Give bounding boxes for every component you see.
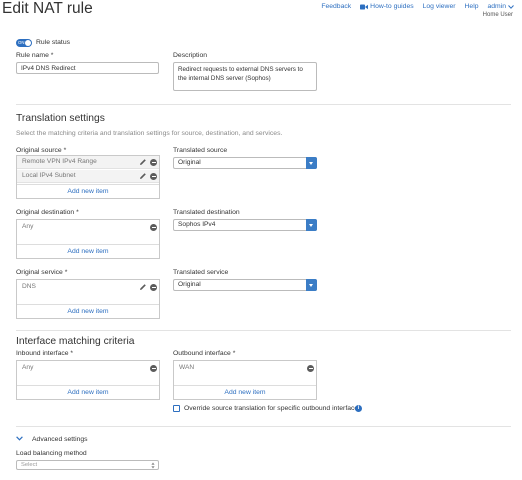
sort-arrows-icon xyxy=(151,462,155,469)
admin-label: admin xyxy=(487,3,506,10)
remove-icon[interactable] xyxy=(307,365,314,372)
original-source-list: Remote VPN IPv4 Range Local IPv4 Subnet … xyxy=(16,155,160,199)
remove-icon[interactable] xyxy=(150,159,157,166)
override-source-translation-label: Override source translation for specific… xyxy=(184,405,362,412)
translated-service-select[interactable]: Original xyxy=(173,279,317,291)
load-balancing-label: Load balancing method xyxy=(16,450,87,457)
divider xyxy=(16,330,511,331)
description-textarea[interactable]: Redirect requests to external DNS server… xyxy=(173,62,317,91)
video-camera-icon xyxy=(360,4,369,9)
user-role: Home User xyxy=(482,12,513,18)
feedback-link[interactable]: Feedback xyxy=(321,3,351,10)
pencil-icon[interactable] xyxy=(139,283,147,291)
rule-name-value: IPv4 DNS Redirect xyxy=(21,65,76,72)
chevron-down-icon xyxy=(306,157,317,169)
add-new-item-button[interactable]: Add new item xyxy=(174,385,316,399)
add-new-item-button[interactable]: Add new item xyxy=(17,184,159,198)
list-item-label: Any xyxy=(22,364,34,371)
list-item[interactable]: Local IPv4 Subnet xyxy=(17,170,159,183)
pencil-icon[interactable] xyxy=(139,158,147,166)
rule-name-label: Rule name * xyxy=(16,52,54,59)
load-balancing-placeholder: Select xyxy=(21,462,38,468)
remove-icon[interactable] xyxy=(150,173,157,180)
list-item-label: DNS xyxy=(22,283,36,290)
list-item-label: Local IPv4 Subnet xyxy=(22,172,76,179)
rule-status-toggle[interactable]: ON xyxy=(16,39,32,47)
list-item[interactable]: Any xyxy=(17,362,159,375)
translated-source-select[interactable]: Original xyxy=(173,157,317,169)
translated-destination-value: Sophos IPv4 xyxy=(178,221,216,228)
advanced-settings-toggle[interactable]: Advanced settings xyxy=(32,436,88,443)
description-value: Redirect requests to external DNS server… xyxy=(178,66,303,82)
interface-matching-title: Interface matching criteria xyxy=(16,336,135,347)
translated-destination-label: Translated destination xyxy=(173,209,240,216)
remove-icon[interactable] xyxy=(150,224,157,231)
remove-icon[interactable] xyxy=(150,365,157,372)
list-item-label: Any xyxy=(22,223,34,230)
list-item-label: WAN xyxy=(179,364,195,371)
translated-source-value: Original xyxy=(178,159,201,166)
list-item[interactable]: DNS xyxy=(17,281,159,294)
chevron-down-icon xyxy=(508,4,514,9)
rule-status-label: Rule status xyxy=(36,39,71,46)
chevron-down-icon[interactable] xyxy=(16,436,23,441)
rule-name-input[interactable]: IPv4 DNS Redirect xyxy=(16,62,159,74)
add-new-item-button[interactable]: Add new item xyxy=(17,385,159,399)
inbound-interface-label: Inbound interface * xyxy=(16,350,74,357)
pencil-icon[interactable] xyxy=(139,172,147,180)
translated-destination-select[interactable]: Sophos IPv4 xyxy=(173,219,317,231)
admin-menu[interactable]: admin xyxy=(487,3,514,10)
outbound-interface-list: WAN Add new item xyxy=(173,360,317,400)
log-viewer-link[interactable]: Log viewer xyxy=(423,3,456,10)
translated-service-label: Translated service xyxy=(173,269,229,276)
inbound-interface-list: Any Add new item xyxy=(16,360,160,400)
description-label: Description xyxy=(173,52,207,59)
add-new-item-button[interactable]: Add new item xyxy=(17,304,159,318)
original-source-label: Original source * xyxy=(16,147,67,154)
outbound-interface-label: Outbound interface * xyxy=(173,350,236,357)
translated-source-label: Translated source xyxy=(173,147,228,154)
remove-icon[interactable] xyxy=(150,284,157,291)
howto-guides-label: How-to guides xyxy=(370,3,414,10)
translation-settings-description: Select the matching criteria and transla… xyxy=(16,130,283,137)
add-new-item-button[interactable]: Add new item xyxy=(17,244,159,258)
toggle-on-text: ON xyxy=(18,40,25,45)
list-item[interactable]: WAN xyxy=(174,362,316,375)
chevron-down-icon xyxy=(306,279,317,291)
chevron-down-icon xyxy=(306,219,317,231)
divider xyxy=(16,426,511,427)
translation-settings-title: Translation settings xyxy=(16,113,105,124)
list-item-label: Remote VPN IPv4 Range xyxy=(22,158,97,165)
translated-service-value: Original xyxy=(178,281,201,288)
help-link[interactable]: Help xyxy=(465,3,479,10)
original-destination-label: Original destination * xyxy=(16,209,79,216)
list-item[interactable]: Remote VPN IPv4 Range xyxy=(17,156,159,169)
original-service-label: Original service * xyxy=(16,269,68,276)
howto-guides-link[interactable]: How-to guides xyxy=(360,3,414,10)
original-destination-list: Any Add new item xyxy=(16,219,160,259)
divider xyxy=(16,104,511,105)
page-title: Edit NAT rule xyxy=(2,0,93,17)
info-icon[interactable]: i xyxy=(355,405,362,412)
override-source-translation-checkbox[interactable] xyxy=(173,405,180,412)
list-item[interactable]: Any xyxy=(17,221,159,234)
load-balancing-select[interactable]: Select xyxy=(16,460,159,470)
original-service-list: DNS Add new item xyxy=(16,279,160,319)
top-navigation: Feedback How-to guides Log viewer Help a… xyxy=(321,3,514,10)
